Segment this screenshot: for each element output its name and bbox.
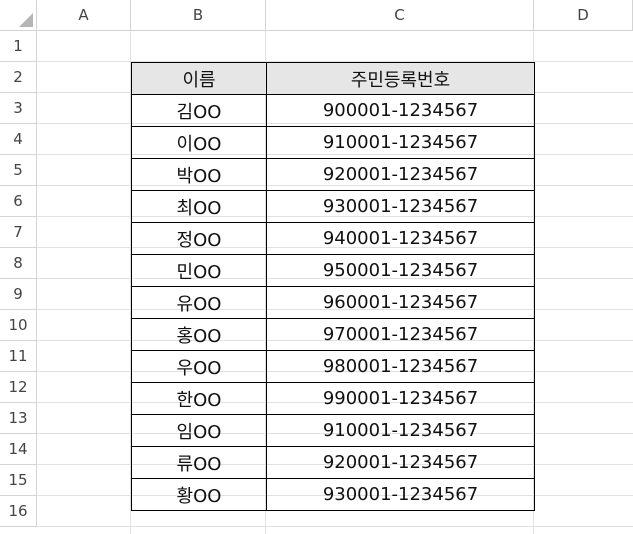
name-cell[interactable]: 민OO xyxy=(131,254,267,287)
table-row: 한OO 990001-1234567 xyxy=(131,382,535,415)
row-header-5[interactable]: 5 xyxy=(0,155,37,186)
row-header-11[interactable]: 11 xyxy=(0,341,37,372)
header-cell-id[interactable]: 주민등록번호 xyxy=(266,62,535,95)
table-row: 임OO 910001-1234567 xyxy=(131,414,535,447)
table-row: 우OO 980001-1234567 xyxy=(131,350,535,383)
name-cell[interactable]: 김OO xyxy=(131,94,267,127)
row-header-7[interactable]: 7 xyxy=(0,217,37,248)
data-table: 이름 주민등록번호 김OO 900001-1234567 이OO 910001-123… xyxy=(131,62,535,511)
id-number-cell[interactable]: 980001-1234567 xyxy=(266,350,535,383)
table-header-row: 이름 주민등록번호 xyxy=(131,62,535,95)
id-number-cell[interactable]: 910001-1234567 xyxy=(266,126,535,159)
id-number-cell[interactable]: 930001-1234567 xyxy=(266,190,535,223)
table-row: 류OO 920001-1234567 xyxy=(131,446,535,479)
row-header-9[interactable]: 9 xyxy=(0,279,37,310)
row-header-13[interactable]: 13 xyxy=(0,403,37,434)
row-header-4[interactable]: 4 xyxy=(0,124,37,155)
name-cell[interactable]: 류OO xyxy=(131,446,267,479)
spreadsheet-grid[interactable]: ABCD 1 2 3 4 5 6 7 8 9 10 11 12 13 14 15 16 이름 주민등록번호 김… xyxy=(0,0,633,534)
name-cell[interactable]: 정OO xyxy=(131,222,267,255)
name-cell[interactable]: 한OO xyxy=(131,382,267,415)
row-header-15[interactable]: 15 xyxy=(0,465,37,496)
table-row: 이OO 910001-1234567 xyxy=(131,126,535,159)
column-header-c[interactable]: C xyxy=(266,0,534,31)
row-header-3[interactable]: 3 xyxy=(0,93,37,124)
id-number-cell[interactable]: 990001-1234567 xyxy=(266,382,535,415)
row-header-8[interactable]: 8 xyxy=(0,248,37,279)
id-number-cell[interactable]: 920001-1234567 xyxy=(266,446,535,479)
row-header-10[interactable]: 10 xyxy=(0,310,37,341)
id-number-cell[interactable]: 940001-1234567 xyxy=(266,222,535,255)
row-header-16[interactable]: 16 xyxy=(0,496,37,527)
column-header-b[interactable]: B xyxy=(131,0,266,31)
row-header-1[interactable]: 1 xyxy=(0,31,37,62)
row-header-2[interactable]: 2 xyxy=(0,62,37,93)
id-number-cell[interactable]: 960001-1234567 xyxy=(266,286,535,319)
table-row: 김OO 900001-1234567 xyxy=(131,94,535,127)
header-cell-name[interactable]: 이름 xyxy=(131,62,267,95)
table-row: 박OO 920001-1234567 xyxy=(131,158,535,191)
name-cell[interactable]: 임OO xyxy=(131,414,267,447)
column-header-a[interactable]: A xyxy=(37,0,131,31)
name-cell[interactable]: 유OO xyxy=(131,286,267,319)
table-row: 최OO 930001-1234567 xyxy=(131,190,535,223)
name-cell[interactable]: 박OO xyxy=(131,158,267,191)
select-all-corner[interactable] xyxy=(0,0,37,31)
name-cell[interactable]: 이OO xyxy=(131,126,267,159)
id-number-cell[interactable]: 950001-1234567 xyxy=(266,254,535,287)
column-header-d[interactable]: D xyxy=(534,0,633,31)
table-row: 황OO 930001-1234567 xyxy=(131,478,535,511)
select-all-triangle-icon xyxy=(19,13,33,27)
table-row: 홍OO 970001-1234567 xyxy=(131,318,535,351)
row-header-14[interactable]: 14 xyxy=(0,434,37,465)
id-number-cell[interactable]: 900001-1234567 xyxy=(266,94,535,127)
id-number-cell[interactable]: 930001-1234567 xyxy=(266,478,535,511)
row-header-6[interactable]: 6 xyxy=(0,186,37,217)
table-row: 정OO 940001-1234567 xyxy=(131,222,535,255)
horizontal-gridline xyxy=(37,526,633,527)
name-cell[interactable]: 최OO xyxy=(131,190,267,223)
name-cell[interactable]: 황OO xyxy=(131,478,267,511)
id-number-cell[interactable]: 970001-1234567 xyxy=(266,318,535,351)
table-row: 유OO 960001-1234567 xyxy=(131,286,535,319)
table-row: 민OO 950001-1234567 xyxy=(131,254,535,287)
id-number-cell[interactable]: 920001-1234567 xyxy=(266,158,535,191)
name-cell[interactable]: 홍OO xyxy=(131,318,267,351)
row-header-12[interactable]: 12 xyxy=(0,372,37,403)
name-cell[interactable]: 우OO xyxy=(131,350,267,383)
id-number-cell[interactable]: 910001-1234567 xyxy=(266,414,535,447)
